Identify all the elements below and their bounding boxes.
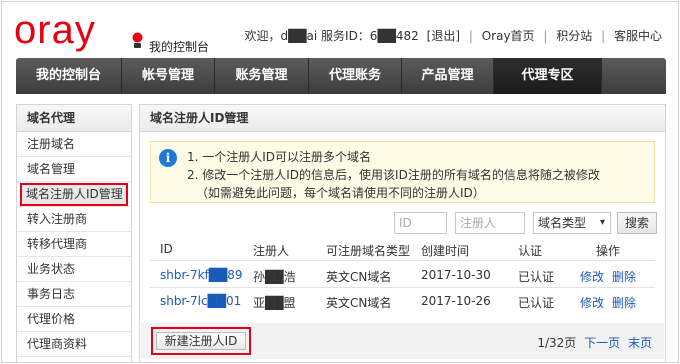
col-header-auth: 认证 — [518, 244, 543, 258]
row-1-auth: 已认证 — [518, 270, 555, 284]
col-header-created: 创建时间 — [421, 244, 470, 258]
row-2-edit-link[interactable]: 修改 — [580, 294, 604, 311]
divider — [150, 260, 655, 261]
table-footer: 新建注册人ID 1/32页 下一页 末页 — [141, 323, 664, 359]
info-icon: i — [159, 149, 177, 167]
chevron-down-icon: ▾ — [599, 217, 605, 228]
separator: | — [468, 29, 473, 43]
main-nav: 我的控制台 帐号管理 账务管理 代理账务 产品管理 代理专区 — [16, 58, 666, 94]
nav-account[interactable]: 帐号管理 — [122, 58, 215, 94]
row-1-created: 2017-10-30 — [421, 268, 491, 282]
row-1-edit-link[interactable]: 修改 — [580, 268, 604, 285]
separator: | — [601, 29, 606, 43]
sidebar: 域名代理 注册域名 域名管理 域名注册人ID管理 转入注册商 转移代理商 业务状… — [16, 104, 132, 362]
sidebar-item-logs[interactable]: 事务日志 — [17, 282, 131, 307]
page-title: 域名注册人ID管理 — [140, 105, 665, 132]
new-registrant-button[interactable]: 新建注册人ID — [156, 332, 246, 350]
col-header-domain-type: 可注册域名类型 — [326, 244, 411, 258]
sidebar-item-registrant-id[interactable]: 域名注册人ID管理 — [17, 182, 131, 207]
pagination: 1/32页 下一页 末页 — [537, 334, 652, 351]
nav-billing[interactable]: 账务管理 — [215, 58, 309, 94]
notice-line-3: （如需避免此问题，每个域名请使用不同的注册人ID） — [196, 186, 485, 200]
page-info: 1/32页 — [537, 336, 577, 350]
last-page-link[interactable]: 末页 — [628, 336, 652, 350]
logout-link[interactable]: [退出] — [427, 29, 460, 43]
col-header-registrant: 注册人 — [253, 244, 290, 258]
separator: | — [543, 29, 548, 43]
notice-line-2: 2. 修改一个注册人ID的信息后，使用该ID注册的所有域名的信息将随之被修改 — [187, 168, 600, 182]
search-button[interactable]: 搜索 — [617, 212, 657, 234]
nav-my-console[interactable]: 我的控制台 — [16, 58, 122, 94]
oray-logo[interactable]: oray — [14, 10, 96, 50]
registrant-filter-input[interactable]: 注册人 — [455, 212, 525, 234]
notice-box: i 1. 一个注册人ID可以注册多个域名 2. 修改一个注册人ID的信息后，使用… — [150, 141, 655, 203]
sidebar-item-business-status[interactable]: 业务状态 — [17, 257, 131, 282]
row-1-type: 英文CN域名 — [326, 270, 392, 284]
nav-products[interactable]: 产品管理 — [402, 58, 494, 94]
sidebar-item-domain-management[interactable]: 域名管理 — [17, 157, 131, 182]
row-2-delete-link[interactable]: 删除 — [612, 294, 636, 311]
support-link[interactable]: 客服中心 — [614, 29, 662, 43]
row-1-id-link[interactable]: shbr-7kf██89 — [160, 268, 243, 282]
sidebar-title: 域名代理 — [17, 105, 131, 132]
console-label: 我的控制台 — [149, 40, 210, 54]
col-header-id: ID — [160, 242, 173, 256]
domain-type-select[interactable]: 域名类型 ▾ — [533, 212, 611, 234]
id-filter-input[interactable]: ID — [394, 212, 447, 234]
sidebar-item-register-domain[interactable]: 注册域名 — [17, 132, 131, 157]
divider — [150, 287, 655, 288]
domain-type-value: 域名类型 — [538, 216, 587, 230]
sidebar-item-transfer-in[interactable]: 转入注册商 — [17, 207, 131, 232]
row-1-registrant: 孙██浩 — [253, 270, 296, 284]
row-2-registrant: 亚██盟 — [253, 296, 296, 310]
welcome-text: 欢迎，d██ai 服务ID：6██482 — [244, 29, 419, 43]
nav-agent-billing[interactable]: 代理账务 — [309, 58, 402, 94]
new-button-highlight: 新建注册人ID — [151, 327, 251, 355]
notice-line-1: 1. 一个注册人ID可以注册多个域名 — [187, 150, 372, 164]
row-2-id-link[interactable]: shbr-7lc██01 — [160, 294, 241, 308]
sidebar-item-agent-price[interactable]: 代理价格 — [17, 307, 131, 332]
sidebar-item-agent-profile[interactable]: 代理商资料 — [17, 332, 131, 357]
col-header-actions: 操作 — [596, 244, 621, 258]
nav-agent-zone[interactable]: 代理专区 — [494, 58, 602, 94]
row-2-created: 2017-10-26 — [421, 294, 491, 308]
row-1-delete-link[interactable]: 删除 — [612, 268, 636, 285]
oray-home-link[interactable]: Oray首页 — [482, 29, 535, 43]
main-panel: 域名注册人ID管理 i 1. 一个注册人ID可以注册多个域名 2. 修改一个注册… — [139, 104, 666, 362]
bulb-icon — [132, 32, 143, 48]
next-page-link[interactable]: 下一页 — [584, 336, 620, 350]
points-link[interactable]: 积分站 — [556, 29, 592, 43]
top-links: 欢迎，d██ai 服务ID：6██482 [退出] | Oray首页 | 积分站… — [244, 27, 662, 44]
sidebar-item-transfer-agent[interactable]: 转移代理商 — [17, 232, 131, 257]
row-2-type: 英文CN域名 — [326, 296, 392, 310]
sidebar-item-label: 域名注册人ID管理 — [20, 183, 128, 206]
row-2-auth: 已认证 — [518, 296, 555, 310]
